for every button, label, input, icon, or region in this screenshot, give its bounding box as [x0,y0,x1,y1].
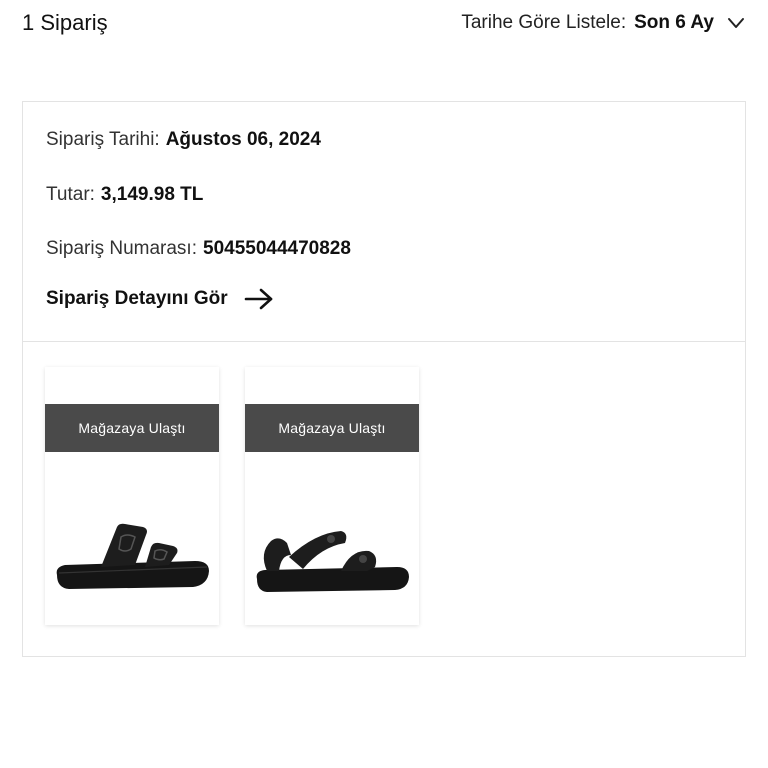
status-badge: Mağazaya Ulaştı [245,404,419,452]
order-date-value: Ağustos 06, 2024 [165,129,321,150]
orders-page: 1 Sipariş Tarihe Göre Listele: Son 6 Ay … [0,0,768,768]
product-image [256,531,409,592]
sort-value: Son 6 Ay [634,12,714,33]
order-number-row: Sipariş Numarası: 50455044470828 [46,236,351,262]
product-card[interactable]: Mağazaya Ulaştı [245,367,419,625]
order-detail-link[interactable]: Sipariş Detayını Gör [46,287,274,311]
sort-label: Tarihe Göre Listele: [461,12,627,33]
order-count: 1 Sipariş [22,10,108,35]
order-detail-label: Sipariş Detayını Gör [46,288,228,309]
arrow-right-icon [244,288,272,310]
order-summary: Sipariş Tarihi: Ağustos 06, 2024 Tutar: 3,… [23,102,745,342]
order-amount-row: Tutar: 3,149.98 TL [46,182,203,208]
order-card: Sipariş Tarihi: Ağustos 06, 2024 Tutar: 3,… [22,101,746,657]
order-amount-value: 3,149.98 TL [100,184,204,205]
product-card[interactable]: Mağazaya Ulaştı [45,367,219,625]
order-number-value: 50455044470828 [203,238,351,259]
sort-dropdown[interactable]: Tarihe Göre Listele: Son 6 Ay [461,8,746,38]
order-amount-label: Tutar: [46,184,95,205]
status-badge: Mağazaya Ulaştı [45,404,219,452]
order-number-label: Sipariş Numarası: [46,238,197,259]
order-date-row: Sipariş Tarihi: Ağustos 06, 2024 [46,127,321,153]
product-image [56,523,209,589]
chevron-down-icon [728,18,744,28]
order-date-label: Sipariş Tarihi: [46,129,160,150]
